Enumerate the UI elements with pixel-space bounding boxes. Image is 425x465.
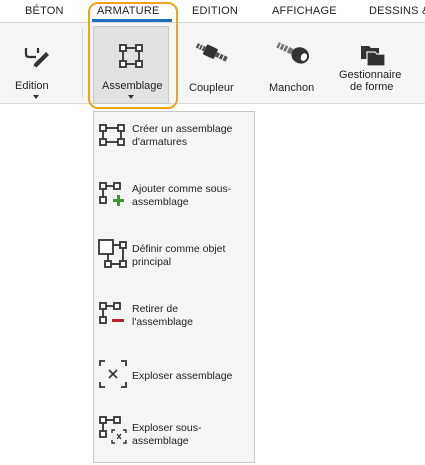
remove-from-assembly-icon xyxy=(98,300,128,328)
menu-item-create-assembly[interactable]: Créer un assemblage d'armatures xyxy=(94,114,254,168)
manchon-label: Manchon xyxy=(269,82,315,94)
menu-item-label: Créer un assemblage d'armatures xyxy=(132,123,233,148)
menu-item-label: Définir comme objet principal xyxy=(132,243,226,268)
menu-item-explode-assembly[interactable]: Exploser assemblage xyxy=(94,354,254,408)
menu-item-explode-subassembly[interactable]: Exploser sous- assemblage xyxy=(94,410,254,464)
set-main-object-icon xyxy=(98,238,128,270)
menu-item-label: Exploser assemblage xyxy=(132,370,233,382)
ribbon-tab-bar: BÉTON ARMATURE EDITION AFFICHAGE DESSINS… xyxy=(0,0,425,23)
menu-item-add-subassembly[interactable]: Ajouter comme sous- assemblage xyxy=(94,174,254,228)
gestionnaire-label-line2: de forme xyxy=(350,81,394,93)
add-subassembly-icon xyxy=(98,180,128,208)
tab-affichage[interactable]: AFFICHAGE xyxy=(272,5,337,17)
explode-assembly-icon xyxy=(98,359,128,389)
menu-item-label: Exploser sous- assemblage xyxy=(132,422,202,447)
manchon-button[interactable]: Manchon xyxy=(265,23,321,103)
explode-subassembly-icon xyxy=(98,414,128,446)
menu-item-remove-from-assembly[interactable]: Retirer de l'assemblage xyxy=(94,294,254,348)
highlight-callout-frame xyxy=(88,2,178,109)
shape-manager-icon xyxy=(360,43,386,67)
tab-edition[interactable]: EDITION xyxy=(192,5,238,17)
sleeve-icon xyxy=(275,40,311,64)
gestionnaire-de-forme-button[interactable]: Gestionnaire de forme xyxy=(336,23,410,103)
pencil-icon xyxy=(24,44,50,70)
tab-dessins[interactable]: DESSINS & xyxy=(369,5,425,17)
chevron-down-icon xyxy=(33,95,39,99)
create-assembly-icon xyxy=(98,122,126,148)
assemblage-dropdown-menu: Créer un assemblage d'armatures Ajouter … xyxy=(93,111,255,463)
gestionnaire-label-line1: Gestionnaire xyxy=(339,69,402,81)
menu-item-label: Retirer de l'assemblage xyxy=(132,303,193,328)
edition-button[interactable]: Edition xyxy=(8,23,64,103)
edition-label: Edition xyxy=(15,80,49,92)
menu-item-label: Ajouter comme sous- assemblage xyxy=(132,183,232,208)
coupleur-label: Coupleur xyxy=(189,82,234,94)
ribbon-group-separator xyxy=(82,28,83,98)
coupler-icon xyxy=(195,42,229,64)
menu-item-set-main-object[interactable]: Définir comme objet principal xyxy=(94,234,254,288)
coupleur-button[interactable]: Coupleur xyxy=(185,23,241,103)
tab-beton[interactable]: BÉTON xyxy=(25,5,64,17)
